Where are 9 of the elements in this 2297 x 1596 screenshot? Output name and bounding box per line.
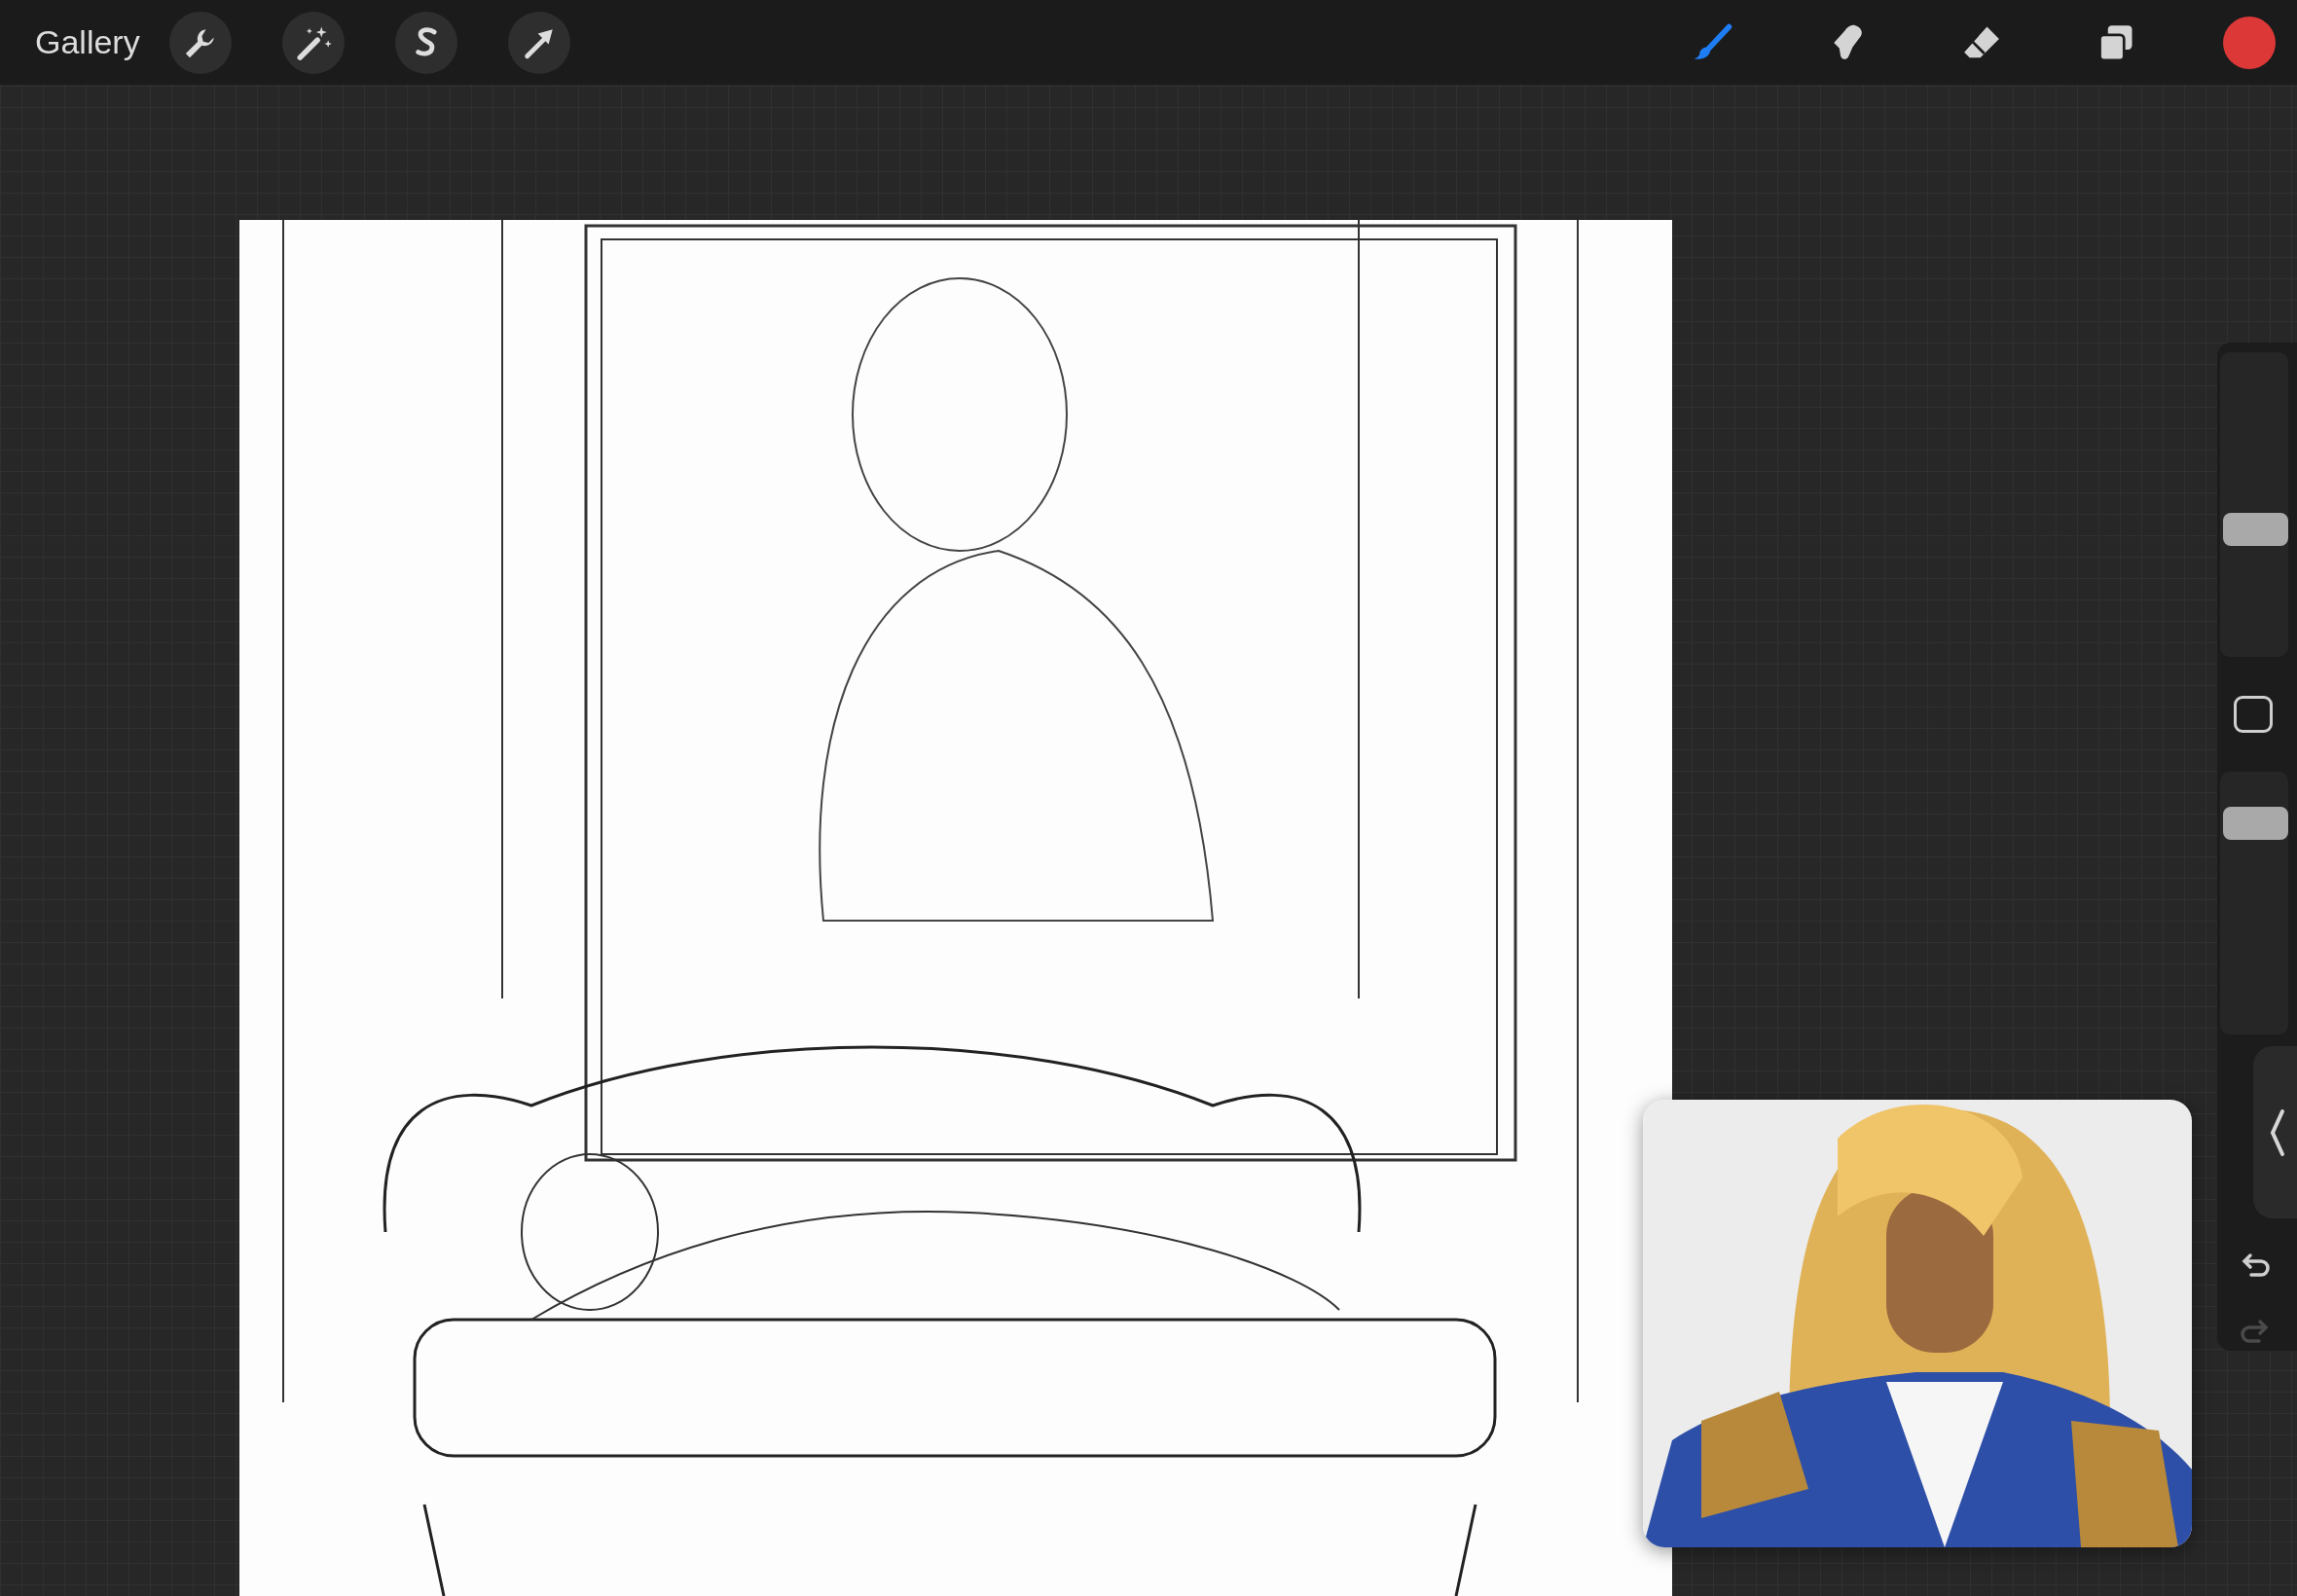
slider-thumb[interactable] — [2223, 806, 2288, 840]
brush-size-slider[interactable] — [2220, 352, 2288, 658]
slider-thumb[interactable] — [2223, 512, 2288, 546]
color-swatch[interactable] — [2223, 16, 2276, 69]
chevron-icon — [2268, 1107, 2287, 1157]
collapse-handle[interactable] — [2253, 1046, 2297, 1218]
opacity-slider[interactable] — [2220, 771, 2288, 1034]
modify-button[interactable] — [2234, 696, 2273, 733]
gallery-button[interactable]: Gallery — [35, 23, 140, 61]
